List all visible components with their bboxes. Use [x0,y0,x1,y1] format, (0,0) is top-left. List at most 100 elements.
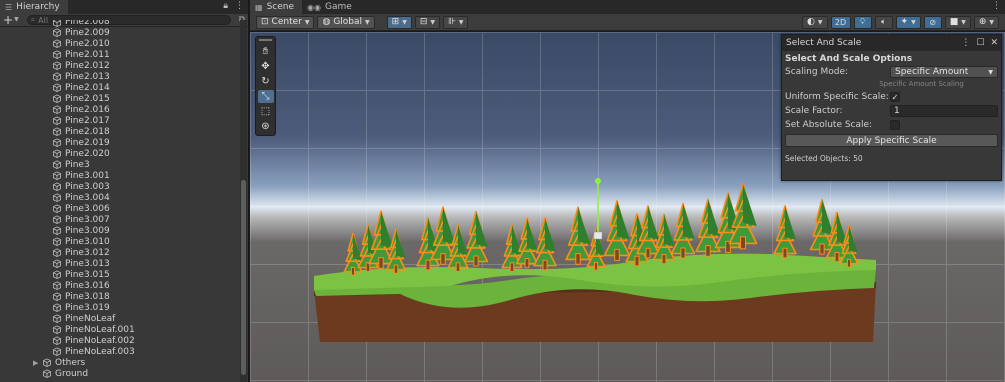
hierarchy-row[interactable]: Pine2.017 [0,115,241,126]
audio-toggle[interactable]: 🔈︎ [874,15,893,29]
gameobject-icon [52,39,62,48]
move-tool[interactable]: ✥ [258,60,274,73]
scale-factor-field[interactable]: 1 [890,105,998,117]
space-dropdown[interactable]: ◍ Global ▼ [317,15,375,29]
pine-tree[interactable] [773,205,797,259]
effects-dropdown[interactable]: ✦ ▼ [895,15,921,29]
tab-game[interactable]: ◉◉ Game [302,0,360,14]
rotate-tool[interactable]: ↻ [258,75,274,88]
hierarchy-row[interactable]: Pine2.011 [0,49,241,60]
pine-tree[interactable] [515,217,539,269]
hierarchy-row[interactable]: Pine2.019 [0,137,241,148]
kebab-menu-icon[interactable]: ⋮ [961,38,970,48]
absolute-scale-checkbox[interactable] [890,120,900,130]
lighting-toggle[interactable]: 💡︎ [853,15,872,29]
hierarchy-row[interactable]: PineNoLeaf [0,313,241,324]
hierarchy-row[interactable]: Pine2.016 [0,104,241,115]
hierarchy-scrollbar[interactable] [240,20,247,382]
hierarchy-row-label: Pine2.017 [65,115,110,126]
pine-tree[interactable] [385,228,407,274]
grid-snap-button[interactable]: ⊞ ▼ [386,15,412,29]
hierarchy-row[interactable]: Pine2.010 [0,38,241,49]
hierarchy-row[interactable]: Pine3.016 [0,280,241,291]
hierarchy-row[interactable]: Pine3.003 [0,181,241,192]
toggle-2d-button[interactable]: 2D [830,15,851,29]
hierarchy-row[interactable]: Pine2.020 [0,148,241,159]
scale-tool[interactable]: ⤡ [257,90,274,103]
scaling-mode-dropdown[interactable]: Specific Amount ▼ [890,66,998,78]
hierarchy-row[interactable]: Pine3.007 [0,214,241,225]
hierarchy-row[interactable]: Pine3.012 [0,247,241,258]
hierarchy-row[interactable]: Pine3.015 [0,269,241,280]
pine-tree[interactable] [501,224,523,272]
window-titlebar[interactable]: Select And Scale ⋮ ☐ ✕ [782,35,1001,51]
hierarchy-row[interactable]: Pine2.013 [0,71,241,82]
scrollbar-thumb[interactable] [241,180,246,375]
gizmo-center[interactable] [593,231,603,240]
hierarchy-row[interactable]: Pine2.018 [0,126,241,137]
rotate-icon: ↻ [261,76,270,87]
hierarchy-row[interactable]: PineNoLeaf.002 [0,335,241,346]
pine-tree[interactable] [533,217,557,271]
kebab-menu-icon[interactable]: ⋮ [992,1,1001,11]
palette-grip[interactable] [259,39,272,41]
hierarchy-row[interactable]: Pine3.010 [0,236,241,247]
gizmo-y-handle[interactable] [595,178,601,184]
pine-tree[interactable] [343,232,363,276]
gameobject-icon [42,358,52,367]
uniform-scale-checkbox[interactable]: ✓ [890,92,900,102]
hierarchy-row[interactable]: Pine3 [0,159,241,170]
pine-tree[interactable] [603,200,631,261]
hierarchy-row[interactable]: Pine3.009 [0,225,241,236]
gizmos-dropdown[interactable]: ⊕ ▼ [973,15,999,29]
rect-tool[interactable]: ⬚ [258,105,274,118]
align-button[interactable]: ⊪ ▼ [443,15,469,29]
hierarchy-row-others[interactable]: ▶ Others [0,357,241,368]
pine-tree[interactable] [670,202,696,259]
tab-scene[interactable]: ▦ Scene [250,0,303,14]
pine-tree[interactable] [463,210,489,267]
hierarchy-row[interactable]: Pine3.019 [0,302,241,313]
hierarchy-row[interactable]: Pine3.018 [0,291,241,302]
hierarchy-row[interactable]: Pine2.014 [0,82,241,93]
hierarchy-row[interactable]: Pine2.008 [0,20,241,27]
close-icon[interactable]: ✕ [990,38,998,48]
pine-tree[interactable] [447,224,469,272]
gameobject-icon [52,248,62,257]
hierarchy-row-label: Pine3 [65,159,90,170]
absolute-scale-label: Set Absolute Scale: [785,120,873,130]
transform-tool[interactable]: ⊛ [258,120,274,133]
tab-hierarchy[interactable]: ☰ Hierarchy [0,0,68,14]
kebab-menu-icon[interactable]: ⋮ [235,1,244,11]
hierarchy-row-label: Pine3.018 [65,291,110,302]
hierarchy-row[interactable]: Pine3.013 [0,258,241,269]
hierarchy-row[interactable]: PineNoLeaf.003 [0,346,241,357]
gameobject-icon [52,160,62,169]
align-icon: ⊪ [448,17,456,27]
apply-specific-scale-button[interactable]: Apply Specific Scale [785,134,998,147]
hierarchy-row[interactable]: PineNoLeaf.001 [0,324,241,335]
maximize-icon[interactable]: ☐ [976,38,984,48]
snap-increment-button[interactable]: ⊟ ▼ [414,15,441,29]
hierarchy-row[interactable]: Pine3.001 [0,170,241,181]
hierarchy-row-label: Pine3.015 [65,269,110,280]
grid-icon: ▦ [255,2,263,12]
gameobject-icon [52,204,62,213]
expand-arrow-icon[interactable]: ▶ [33,359,42,367]
draw-mode-dropdown[interactable]: ◐ ▼ [802,15,828,29]
tab-scene-label: Scene [266,2,295,12]
hierarchy-row-label: PineNoLeaf [65,313,116,324]
pine-tree[interactable] [565,206,591,265]
hierarchy-row[interactable]: Pine2.009 [0,27,241,38]
scene-viewport[interactable]: ✋︎ ✥ ↻ ⤡ ⬚ ⊛ Select And Scale ⋮ ☐ ✕ Sele… [250,32,1005,382]
hierarchy-row[interactable]: Pine2.015 [0,93,241,104]
hidden-objects-toggle[interactable]: ⊘ [923,15,942,29]
camera-dropdown[interactable]: ■ ▼ [944,15,971,29]
hierarchy-row[interactable]: Pine2.012 [0,60,241,71]
hierarchy-row-ground[interactable]: Ground [0,368,241,379]
pivot-dropdown[interactable]: ⊡ Center ▼ [256,15,315,29]
hierarchy-row[interactable]: Pine3.004 [0,192,241,203]
hand-tool[interactable]: ✋︎ [258,45,274,58]
lock-icon[interactable]: 🔒︎ [223,1,228,11]
hierarchy-row[interactable]: Pine3.006 [0,203,241,214]
